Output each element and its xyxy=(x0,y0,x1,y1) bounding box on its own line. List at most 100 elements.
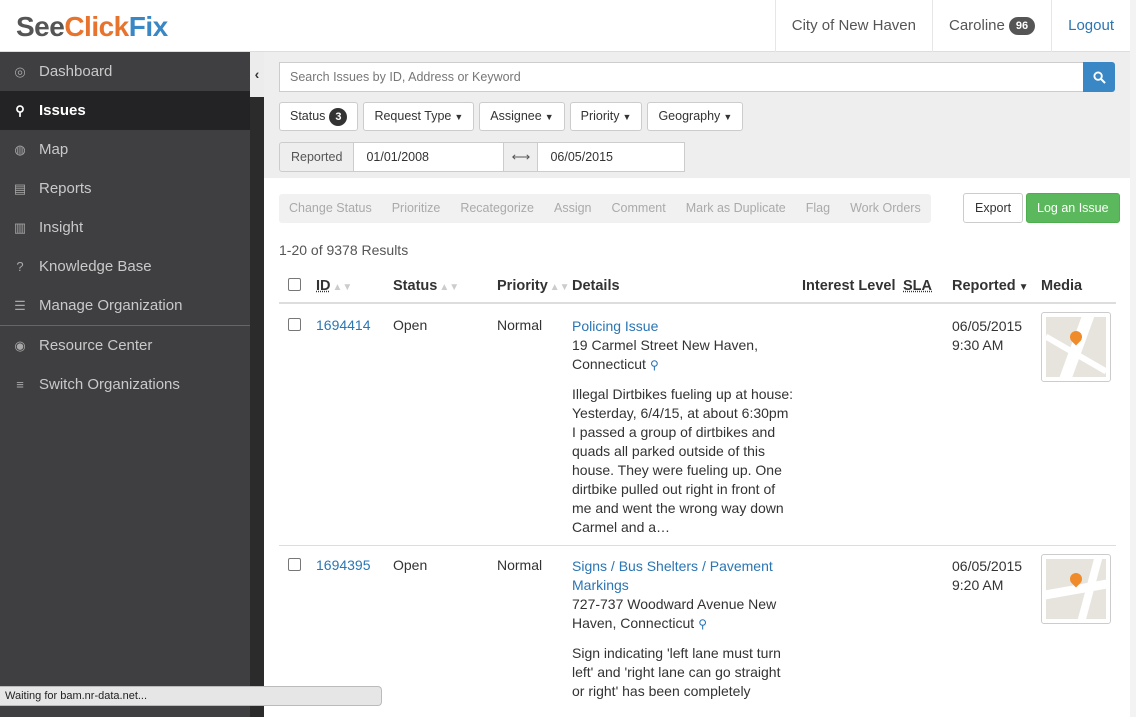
media-column-header: Media xyxy=(1041,278,1083,294)
sidebar-item-dashboard[interactable]: ◎ Dashboard xyxy=(0,52,250,91)
sidebar-item-map[interactable]: ◍ Map xyxy=(0,130,250,169)
logout-link[interactable]: Logout xyxy=(1051,0,1130,52)
status-column-header[interactable]: Status ▲▼ xyxy=(393,278,459,294)
caret-down-icon: ▼ xyxy=(454,112,464,122)
issue-reported: 06/05/2015 9:30 AM xyxy=(952,317,1022,355)
sidebar-item-issues[interactable]: ⚲ Issues xyxy=(0,91,250,130)
map-marker-icon[interactable]: ⚲ xyxy=(698,617,707,631)
top-header: SeeClickFix City of New Haven Caroline 96… xyxy=(0,0,1130,52)
issue-address-text: 727-737 Woodward Avenue New Haven, Conne… xyxy=(572,596,777,631)
sla-column-header[interactable]: SLA xyxy=(903,278,932,294)
bar-chart-icon: ▥ xyxy=(13,219,27,235)
sort-desc-icon: ▼ xyxy=(1018,282,1029,293)
issue-id-link[interactable]: 1694395 xyxy=(316,557,371,573)
issue-address-text: 19 Carmel Street New Haven, Connecticut xyxy=(572,337,758,372)
sort-icon: ▲▼ xyxy=(549,282,570,293)
prioritize-button[interactable]: Prioritize xyxy=(382,194,451,223)
row-checkbox[interactable] xyxy=(288,558,301,571)
export-button[interactable]: Export xyxy=(963,193,1024,223)
date-to-input[interactable]: 06/05/2015 xyxy=(538,142,686,172)
select-all-checkbox[interactable] xyxy=(288,278,301,291)
seeclickfix-logo[interactable]: SeeClickFix xyxy=(16,11,168,43)
document-icon: ▤ xyxy=(13,180,27,196)
caret-down-icon: ▼ xyxy=(723,112,733,122)
search-input[interactable]: Search Issues by ID, Address or Keyword xyxy=(279,62,1084,92)
sidebar-item-label: Dashboard xyxy=(39,63,113,80)
priority-filter-button[interactable]: Priority ▼ xyxy=(569,102,643,131)
reported-header-label: Reported xyxy=(952,278,1016,294)
reported-time: 9:20 AM xyxy=(952,577,1004,593)
filter-buttons: Status 3 Request Type ▼ Assignee ▼ Priority… xyxy=(279,102,744,131)
mark-duplicate-button[interactable]: Mark as Duplicate xyxy=(676,194,796,223)
issue-details: Signs / Bus Shelters / Pavement Markings… xyxy=(572,557,794,701)
sort-icon: ▲▼ xyxy=(439,282,460,293)
geography-filter-button[interactable]: Geography ▼ xyxy=(647,102,744,131)
geography-label: Geography xyxy=(658,109,721,123)
priority-column-header[interactable]: Priority ▲▼ xyxy=(497,278,570,294)
details-column-header: Details xyxy=(572,278,620,294)
caret-down-icon: ▼ xyxy=(544,112,554,122)
user-menu[interactable]: Caroline 96 xyxy=(931,0,1051,52)
issue-address: 19 Carmel Street New Haven, Connecticut ⚲ xyxy=(572,336,794,375)
issue-status: Open xyxy=(393,317,428,333)
sidebar-item-manage-organization[interactable]: ☰ Manage Organization xyxy=(0,286,250,325)
request-type-filter-button[interactable]: Request Type ▼ xyxy=(363,102,475,131)
flag-button[interactable]: Flag xyxy=(796,194,840,223)
interest-level-column-header[interactable]: Interest Level xyxy=(802,278,896,294)
priority-label: Priority xyxy=(580,109,620,123)
issue-reported: 06/05/2015 9:20 AM xyxy=(952,557,1022,595)
issue-priority: Normal xyxy=(497,317,543,333)
sidebar-item-label: Reports xyxy=(39,180,92,197)
assignee-filter-button[interactable]: Assignee ▼ xyxy=(479,102,565,131)
logo-see: See xyxy=(16,11,65,42)
issue-title-link[interactable]: Policing Issue xyxy=(572,317,794,336)
sidebar-item-knowledge-base[interactable]: ? Knowledge Base xyxy=(0,247,250,286)
media-thumbnail[interactable] xyxy=(1041,554,1111,624)
date-range-arrow-icon: ⟷ xyxy=(504,142,539,172)
reported-column-header[interactable]: Reported ▼ xyxy=(952,278,1029,294)
chevron-left-icon: ‹ xyxy=(254,66,260,82)
comment-button[interactable]: Comment xyxy=(602,194,676,223)
recategorize-button[interactable]: Recategorize xyxy=(450,194,544,223)
search-button[interactable] xyxy=(1083,62,1115,92)
user-name: Caroline xyxy=(948,17,1005,34)
issue-id-link[interactable]: 1694414 xyxy=(316,317,371,333)
issue-title-link[interactable]: Signs / Bus Shelters / Pavement Markings xyxy=(572,557,794,595)
log-issue-button[interactable]: Log an Issue xyxy=(1026,193,1120,223)
table-row: 1694395 Open Normal Signs / Bus Shelters… xyxy=(279,546,1116,717)
media-thumbnail[interactable] xyxy=(1041,312,1111,382)
user-count-badge: 96 xyxy=(1008,17,1036,35)
sidebar-item-switch-organizations[interactable]: ≡ Switch Organizations xyxy=(0,365,250,404)
assignee-label: Assignee xyxy=(490,109,542,123)
id-column-header[interactable]: ID ▲▼ xyxy=(316,278,352,294)
map-pin-icon: ⚲ xyxy=(15,102,25,118)
caret-down-icon: ▼ xyxy=(622,112,632,122)
window-scrollbar[interactable] xyxy=(1130,0,1136,717)
assign-button[interactable]: Assign xyxy=(544,194,602,223)
date-from-input[interactable]: 01/01/2008 xyxy=(354,142,505,172)
id-header-label: ID xyxy=(316,278,331,294)
work-orders-button[interactable]: Work Orders xyxy=(840,194,931,223)
logo-fix: Fix xyxy=(128,11,168,42)
map-thumbnail-image xyxy=(1046,559,1106,619)
bulk-action-bar: Change Status Prioritize Recategorize As… xyxy=(279,194,931,223)
organization-menu[interactable]: City of New Haven xyxy=(774,0,932,52)
row-checkbox[interactable] xyxy=(288,318,301,331)
status-filter-label: Status xyxy=(290,109,326,123)
sidebar: ◎ Dashboard ⚲ Issues ◍ Map ▤ Reports ▥ Insigh… xyxy=(0,52,250,717)
sidebar-item-reports[interactable]: ▤ Reports xyxy=(0,169,250,208)
request-type-label: Request Type xyxy=(374,109,452,123)
status-filter-button[interactable]: Status 3 xyxy=(279,102,359,131)
logout-label: Logout xyxy=(1068,17,1114,34)
sidebar-item-insight[interactable]: ▥ Insight xyxy=(0,208,250,247)
status-header-label: Status xyxy=(393,278,438,294)
sidebar-item-label: Insight xyxy=(39,219,84,236)
logo-click: Click xyxy=(64,11,129,42)
collapse-sidebar-button[interactable]: ‹ xyxy=(250,52,264,97)
reported-date: 06/05/2015 xyxy=(952,558,1023,574)
map-marker-icon[interactable]: ⚲ xyxy=(650,358,659,372)
issue-details: Policing Issue 19 Carmel Street New Have… xyxy=(572,317,794,537)
table-row: 1694414 Open Normal Policing Issue 19 Ca… xyxy=(279,306,1116,546)
change-status-button[interactable]: Change Status xyxy=(279,194,382,223)
sidebar-item-resource-center[interactable]: ◉ Resource Center xyxy=(0,326,250,365)
